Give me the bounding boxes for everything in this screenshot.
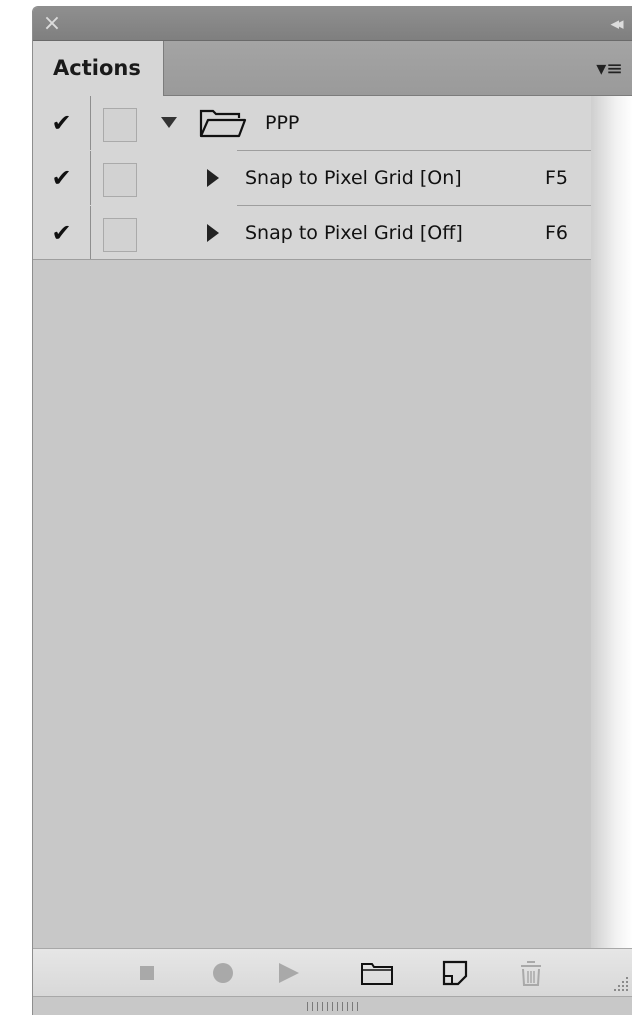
action-row[interactable]: ✔ Snap to Pixel Grid [Off] F6 (33, 206, 591, 260)
close-icon[interactable]: × (39, 11, 65, 37)
panel-titlebar[interactable]: × ◂◂ (33, 7, 632, 41)
new-item-icon (442, 960, 468, 986)
begin-recording-button[interactable] (203, 957, 243, 989)
panel-toolbar (33, 948, 632, 996)
play-icon (279, 963, 299, 983)
resize-grip-icon[interactable] (611, 974, 629, 992)
actions-list: ✔ PPP ✔ Snap to Pixel Grid [On] F5 ✔ Sna… (33, 96, 591, 260)
action-shortcut: F6 (545, 222, 569, 244)
folder-open-icon (199, 109, 247, 138)
trash-icon (521, 961, 541, 986)
disclosure-triangle-expanded-icon[interactable] (161, 117, 177, 128)
tab-actions[interactable]: Actions (33, 41, 164, 96)
action-name: Snap to Pixel Grid [Off] (245, 222, 463, 244)
delete-button[interactable] (511, 957, 551, 989)
create-new-set-button[interactable] (357, 957, 397, 989)
panel-footer (33, 996, 632, 1015)
create-new-action-button[interactable] (435, 957, 475, 989)
toggle-dialog-on-off[interactable] (103, 218, 137, 252)
record-icon (213, 963, 233, 983)
toggle-dialog-on-off[interactable] (103, 108, 137, 142)
collapse-to-icons-icon[interactable]: ◂◂ (601, 11, 629, 37)
action-shortcut: F5 (545, 167, 569, 189)
toggle-item-on-off[interactable]: ✔ (33, 96, 91, 150)
stop-playing-button[interactable] (127, 957, 167, 989)
action-name: Snap to Pixel Grid [On] (245, 167, 462, 189)
toggle-item-on-off[interactable]: ✔ (33, 206, 91, 260)
action-set-name: PPP (265, 112, 300, 134)
vertical-scrollbar[interactable] (591, 96, 632, 948)
toggle-item-on-off[interactable]: ✔ (33, 151, 91, 205)
play-selection-button[interactable] (269, 957, 309, 989)
toggle-dialog-on-off[interactable] (103, 163, 137, 197)
panel-drag-handle[interactable] (307, 1002, 359, 1011)
actions-panel: × ◂◂ Actions ▾≡ ✔ PPP ✔ Snap to Pixel Gr… (32, 6, 632, 1015)
list-bottom-divider (33, 259, 591, 260)
disclosure-triangle-collapsed-icon[interactable] (207, 169, 219, 187)
action-set-row[interactable]: ✔ PPP (33, 96, 591, 150)
disclosure-triangle-collapsed-icon[interactable] (207, 224, 219, 242)
panel-tabbar: Actions ▾≡ (33, 41, 632, 96)
folder-icon (361, 963, 393, 985)
action-row[interactable]: ✔ Snap to Pixel Grid [On] F5 (33, 151, 591, 205)
stop-icon (140, 966, 154, 980)
panel-menu-icon[interactable]: ▾≡ (589, 53, 623, 83)
